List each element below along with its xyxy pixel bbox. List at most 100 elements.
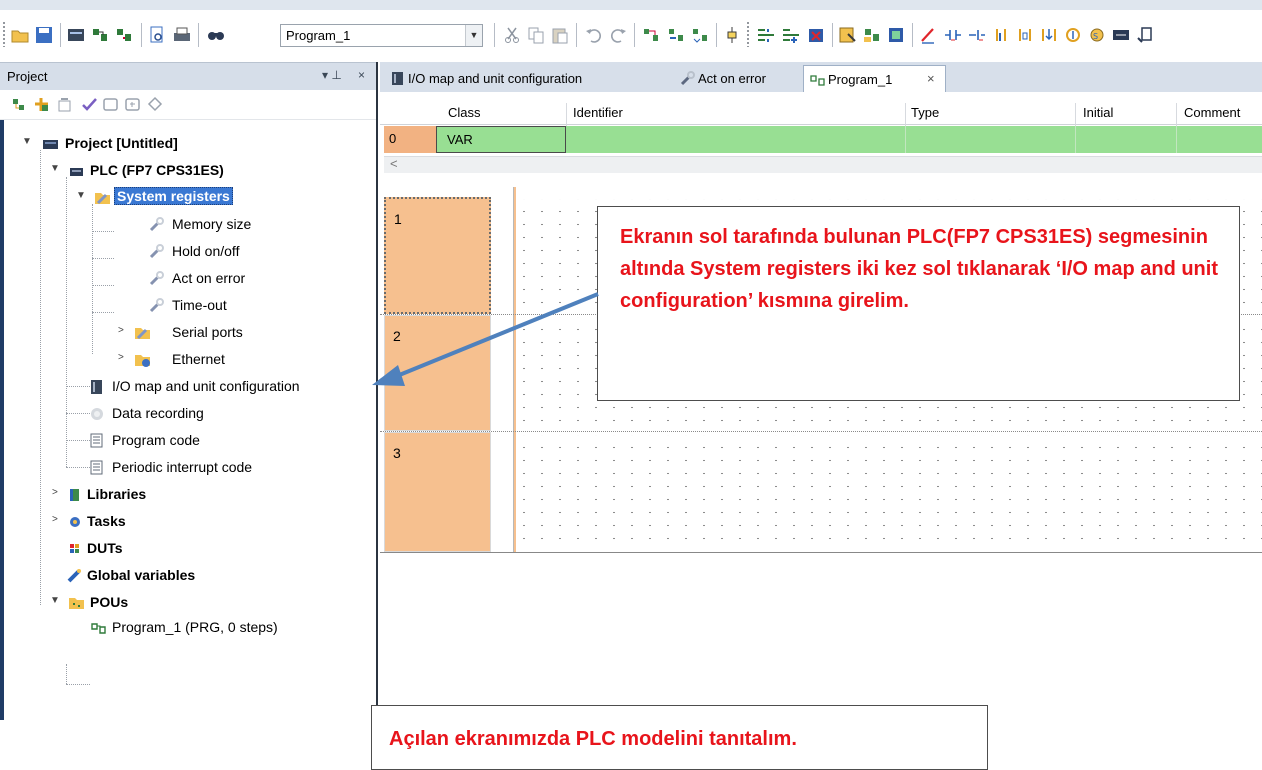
rung-insert-icon[interactable] [756, 25, 776, 45]
toolbar-separator [912, 23, 913, 47]
save-icon[interactable] [34, 25, 54, 45]
chevron-right-icon[interactable]: > [52, 487, 58, 498]
class-value: VAR [447, 132, 473, 147]
network-move-icon[interactable] [690, 25, 710, 45]
toolbar-separator [141, 23, 142, 47]
function-block-icon[interactable] [838, 25, 858, 45]
undo-icon[interactable] [584, 25, 604, 45]
project-pane-header: Project ▾ ⊥ × [0, 62, 378, 90]
tree-label: Program_1 (PRG, 0 steps) [112, 619, 278, 635]
wrench-icon [148, 243, 165, 260]
rung-number: 2 [393, 328, 401, 344]
pou-selector[interactable]: Program_1 ▼ [280, 24, 483, 47]
tab-io-map[interactable]: I/O map and unit configuration [388, 65, 650, 92]
set-icon[interactable] [1063, 25, 1083, 45]
tab-act-on-error[interactable]: Act on error [678, 65, 788, 92]
compile-icon[interactable] [66, 25, 86, 45]
close-icon[interactable]: × [358, 68, 365, 82]
rung-grid[interactable] [513, 435, 1262, 549]
column-header-class[interactable]: Class [448, 105, 481, 120]
tab-program-1[interactable]: Program_1 × [803, 65, 946, 92]
paste-icon[interactable] [550, 25, 570, 45]
wrench-icon [148, 270, 165, 287]
fb-call-icon[interactable] [862, 25, 882, 45]
scroll-left-icon[interactable]: < [390, 156, 398, 171]
chevron-right-icon[interactable]: > [118, 352, 124, 363]
column-header-identifier[interactable]: Identifier [573, 105, 623, 120]
chevron-down-icon[interactable]: ▼ [76, 190, 86, 201]
line-draw-icon[interactable] [918, 25, 938, 45]
column-divider[interactable] [1075, 103, 1076, 127]
rung-number-cell[interactable]: 3 [384, 432, 491, 552]
check-icon[interactable] [81, 96, 98, 113]
open-folder-icon[interactable] [10, 25, 30, 45]
column-divider[interactable] [566, 103, 567, 127]
library-icon[interactable] [102, 96, 119, 113]
rung-number-cell[interactable]: 2 [384, 315, 491, 431]
window-edge [0, 120, 4, 720]
rising-edge-icon[interactable] [1039, 25, 1059, 45]
libraries-icon [66, 486, 83, 503]
find-icon[interactable] [206, 25, 226, 45]
variable-table-header: Class Identifier Type Initial Comment [380, 103, 1262, 127]
row-index-cell[interactable]: 0 [384, 126, 436, 153]
close-icon[interactable]: × [927, 71, 935, 86]
rung-append-icon[interactable] [781, 25, 801, 45]
toolbar-separator [832, 23, 833, 47]
contact-icon[interactable] [722, 25, 742, 45]
project-pane-title: Project [7, 69, 48, 84]
library-add-icon[interactable] [124, 96, 141, 113]
column-divider[interactable] [905, 103, 906, 127]
document-icon [88, 432, 105, 449]
label-icon[interactable] [1111, 25, 1131, 45]
chevron-right-icon[interactable]: > [118, 325, 124, 336]
print-preview-icon[interactable] [147, 25, 167, 45]
rung-delete-icon[interactable] [806, 25, 826, 45]
tree-label: System registers [114, 187, 233, 205]
network-delete-icon[interactable] [666, 25, 686, 45]
toolbar-separator [716, 23, 717, 47]
table-row[interactable]: 0 VAR [384, 126, 1262, 153]
online-monitor-icon[interactable] [114, 25, 134, 45]
tree-label: Periodic interrupt code [112, 459, 253, 475]
global-icon[interactable] [147, 96, 164, 113]
class-cell[interactable]: VAR [436, 126, 566, 153]
network-insert-icon[interactable] [641, 25, 661, 45]
tab-label: Act on error [698, 71, 766, 86]
copy-icon[interactable] [526, 25, 546, 45]
fb-box-icon[interactable] [886, 25, 906, 45]
toolbar-grip[interactable] [746, 21, 750, 47]
var-icon[interactable]: S [1087, 25, 1107, 45]
cell-divider [905, 126, 906, 153]
chevron-down-icon[interactable]: ▼ [50, 163, 60, 174]
print-icon[interactable] [172, 25, 192, 45]
toolbar-grip[interactable] [2, 21, 6, 47]
chevron-down-icon[interactable]: ▼ [50, 595, 60, 606]
tree-label: DUTs [87, 540, 123, 556]
ldd-icon[interactable] [1015, 25, 1035, 45]
horizontal-scrollbar[interactable]: < [384, 156, 1262, 173]
rung-number-cell[interactable]: 1 [384, 197, 491, 314]
check-program-icon[interactable] [90, 25, 110, 45]
cut-icon[interactable] [502, 25, 522, 45]
tree-guide [92, 312, 114, 313]
coil-icon[interactable] [967, 25, 987, 45]
comment-icon[interactable] [1135, 25, 1155, 45]
add-unit-icon[interactable] [10, 96, 27, 113]
redo-icon[interactable] [608, 25, 628, 45]
column-header-type[interactable]: Type [911, 105, 939, 120]
contact-no-icon[interactable] [943, 25, 963, 45]
add-plc-icon[interactable] [33, 96, 50, 113]
chevron-down-icon[interactable]: ▼ [22, 136, 32, 147]
chevron-down-icon[interactable]: ▼ [465, 25, 482, 46]
tab-label: I/O map and unit configuration [408, 71, 583, 86]
chevron-right-icon[interactable]: > [52, 514, 58, 525]
pane-splitter[interactable] [376, 62, 378, 720]
column-divider[interactable] [1176, 103, 1177, 127]
column-header-initial[interactable]: Initial [1083, 105, 1113, 120]
pin-icon[interactable]: ▾ ⊥ [322, 68, 342, 82]
column-header-comment[interactable]: Comment [1184, 105, 1240, 120]
project-pane: Project ▾ ⊥ × ▼ Project [Untitled] ▼ PLC… [0, 62, 378, 722]
parallel-branch-icon[interactable] [991, 25, 1011, 45]
remove-icon[interactable] [56, 96, 73, 113]
